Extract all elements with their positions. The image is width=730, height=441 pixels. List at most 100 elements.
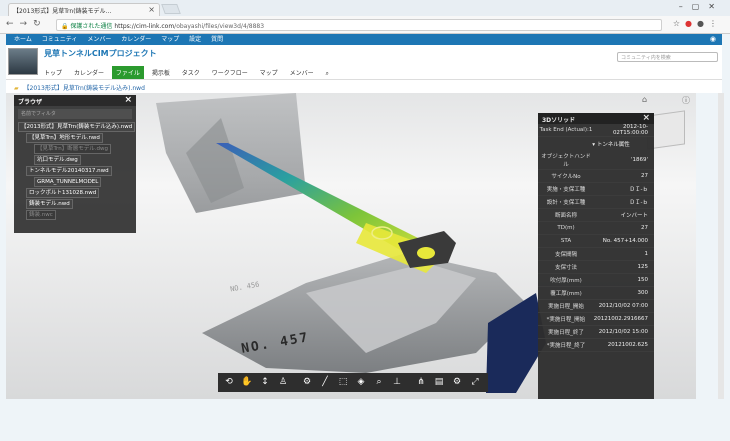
tab-map[interactable]: マップ — [256, 66, 282, 79]
property-row: 実施日程_開始 2012/10/02 07:00 — [538, 300, 654, 313]
property-key: 支保間隔 — [554, 252, 577, 258]
tab-members[interactable]: メンバー — [286, 66, 318, 79]
tab-workflow[interactable]: ワークフロー — [208, 66, 252, 79]
property-row: STA No. 457+14.000 — [538, 235, 654, 248]
property-row: Task End (Actual):1 2012-10-02T15:00:00 — [538, 124, 654, 137]
tree-node[interactable]: 鋳装モデル.nwd — [26, 199, 73, 209]
property-row: TD(m) 27 — [538, 222, 654, 235]
search-icon[interactable]: ⌕ — [372, 375, 386, 389]
settings-icon[interactable]: ⚙ — [300, 375, 314, 389]
folder-icon[interactable]: ▰ — [14, 85, 19, 92]
page-scrollbar[interactable] — [718, 93, 724, 399]
property-key: TD(m) — [557, 225, 575, 231]
property-key: 吹付厚(mm) — [550, 278, 582, 284]
topnav-item[interactable]: 設定 — [189, 36, 201, 43]
address-bar-row: ←→↻ 🔒 保護された通信 https://cim-link.com/obaya… — [0, 16, 730, 34]
tab-tasks[interactable]: タスク — [178, 66, 204, 79]
breadcrumb-file[interactable]: 【2013形式】見草Trn(鋳装モデル込み).nwd — [24, 85, 145, 92]
tree-node[interactable]: 【見草Trn】断層モデル.dwg — [34, 144, 111, 154]
property-row: *実施日程_終了 20121002.625 — [538, 339, 654, 352]
topnav-item[interactable]: マップ — [161, 36, 179, 43]
community-search-input[interactable]: コミュニティ内を検索 — [617, 52, 718, 62]
project-title[interactable]: 見草トンネルCIMプロジェクト — [44, 48, 157, 59]
browser-tab-title: 【2013形式】見草Trn(鋳装モデル… — [13, 8, 112, 15]
project-header: 見草トンネルCIMプロジェクト コミュニティ内を検索 トップ カレンダー ファイ… — [6, 45, 722, 79]
tab-calendar[interactable]: カレンダー — [70, 66, 108, 79]
filter-input[interactable]: 名前でフィルタ — [18, 109, 132, 119]
property-row: 支保寸法 125 — [538, 261, 654, 274]
property-section[interactable]: ▾ トンネル属性 — [538, 137, 654, 151]
tree-node[interactable]: GRMA_TUNNELMODEL — [34, 177, 102, 187]
model-tree-icon[interactable]: ⋔ — [414, 375, 428, 389]
url-field[interactable]: 🔒 保護された通信 https://cim-link.com/obayashi/… — [56, 19, 662, 31]
orbit-icon[interactable]: ⟲ — [222, 375, 236, 389]
property-key: オブジェクトハンドル — [541, 154, 591, 168]
property-value: 20121002.2916667 — [593, 316, 648, 322]
property-rows: オブジェクトハンドル '1869' サイクルNo 27 実施・支保工種 ＤＩ-ｂ 設計・支保… — [538, 151, 654, 352]
viewer-toolbar: ⟲ ✋ ↕ ♙ ⚙ ╱ ⬚ ◈ ⌕ ⊥ ⋔ ▤ ⚙ ⤢ — [218, 373, 488, 392]
topnav-item[interactable]: メンバー — [87, 36, 111, 43]
property-key: STA — [560, 238, 572, 244]
settings-icon[interactable]: ⚙ — [450, 375, 464, 389]
section-icon[interactable]: ⬚ — [336, 375, 350, 389]
measure-icon[interactable]: ╱ — [318, 375, 332, 389]
property-row: サイクルNo 27 — [538, 170, 654, 183]
topnav-item[interactable]: カレンダー — [121, 36, 151, 43]
topnav-item[interactable]: ホーム — [14, 36, 32, 43]
topnav-item[interactable]: コミュニティ — [42, 36, 78, 43]
property-row: 覆工厚(mm) 300 — [538, 287, 654, 300]
nav-buttons[interactable]: ←→↻ — [6, 19, 47, 29]
tree-node[interactable]: 【見草Trn】地形モデル.nwd — [26, 133, 103, 143]
browser-tab[interactable]: 【2013形式】見草Trn(鋳装モデル… × — [8, 3, 160, 16]
tab-files[interactable]: ファイル — [111, 66, 144, 79]
property-value: 27 — [641, 225, 648, 231]
lock-icon: 🔒 — [61, 23, 69, 30]
tree-node[interactable]: ロックボルト131028.nwd — [26, 188, 100, 198]
property-value: 125 — [637, 264, 649, 270]
tree-node[interactable]: トンネルモデル20140317.nwd — [26, 166, 112, 176]
close-icon[interactable]: × — [642, 113, 650, 123]
new-tab-button[interactable] — [161, 4, 181, 14]
property-value: 150 — [637, 277, 649, 283]
project-image — [8, 48, 38, 75]
topnav-item[interactable]: 質問 — [211, 36, 223, 43]
property-value: インバート — [620, 213, 648, 219]
3d-viewport[interactable]: NO. 456 NO. 457 ⌂ ⓘ ブラウザ × 名前でフィルタ 【2013… — [6, 93, 696, 399]
tree-node[interactable]: 鋳装.nwc — [26, 210, 56, 220]
browser-tab-bar: 【2013形式】見草Trn(鋳装モデル… × –▢✕ — [0, 0, 730, 16]
property-value: No. 457+14.000 — [602, 238, 648, 244]
info-icon[interactable]: ⓘ — [682, 95, 690, 106]
property-value: ＤＩ-ｂ — [629, 187, 649, 193]
pan-icon[interactable]: ✋ — [240, 375, 254, 389]
tab-board[interactable]: 掲示板 — [148, 66, 174, 79]
explode-icon[interactable]: ◈ — [354, 375, 368, 389]
walk-icon[interactable]: ♙ — [276, 375, 290, 389]
property-key: Task End (Actual):1 — [539, 127, 593, 133]
property-value: 2012/10/02 07:00 — [598, 303, 648, 309]
home-view-icon[interactable]: ⌂ — [642, 95, 647, 104]
fullscreen-icon[interactable]: ⤢ — [468, 375, 482, 389]
properties-icon[interactable]: ▤ — [432, 375, 446, 389]
globe-icon[interactable]: ◉ — [710, 35, 716, 43]
tree-node[interactable]: 坑口モデル.dwg — [34, 155, 81, 165]
project-tabs: トップ カレンダー ファイル 掲示板 タスク ワークフロー マップ メンバー ⌕ — [40, 66, 335, 79]
property-row: 実施・支保工種 ＤＩ-ｂ — [538, 183, 654, 196]
close-icon[interactable]: × — [124, 95, 132, 105]
tree-node[interactable]: 【2013形式】見草Trn(鋳装モデル込み).nwd — [18, 122, 136, 132]
model-browser-icon[interactable]: ⊥ — [390, 375, 404, 389]
window-controls[interactable]: –▢✕ — [679, 2, 724, 11]
extension-icons[interactable]: ☆●●⋮ — [673, 19, 722, 28]
properties-panel: 3Dソリッド × Task End (Actual):1 2012-10-02T… — [538, 113, 654, 399]
property-row: 吹付厚(mm) 150 — [538, 274, 654, 287]
property-key: 覆工厚(mm) — [550, 291, 582, 297]
property-key: 設計・支保工種 — [546, 200, 586, 206]
property-key: *実施日程_開始 — [546, 317, 586, 323]
zoom-icon[interactable]: ↕ — [258, 375, 272, 389]
property-key: 実施・支保工種 — [546, 187, 586, 193]
secure-label: 保護された通信 — [70, 23, 113, 30]
tab-top[interactable]: トップ — [40, 66, 66, 79]
close-tab-icon[interactable]: × — [148, 5, 155, 14]
property-value: 300 — [637, 290, 649, 296]
property-key: 実施日程_終了 — [548, 330, 584, 336]
model-tree: 【2013形式】見草Trn(鋳装モデル込み).nwd 【見草Trn】地形モデル.… — [14, 122, 136, 221]
